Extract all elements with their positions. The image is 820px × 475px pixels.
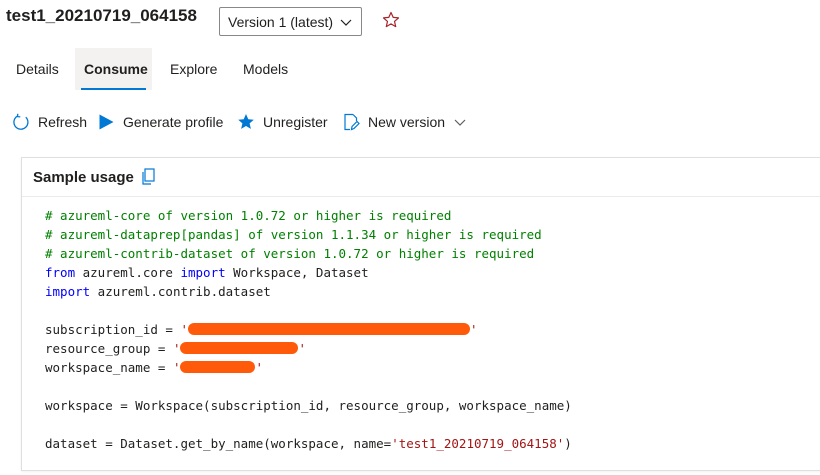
star-icon [237, 113, 255, 131]
code-text: dataset = Dataset.get_by_name(workspace,… [45, 436, 392, 451]
version-dropdown[interactable]: Version 1 (latest) [219, 7, 362, 36]
code-text: workspace_name = [45, 360, 173, 375]
refresh-label: Refresh [38, 114, 88, 130]
code-keyword: import [180, 265, 226, 280]
code-comment: # azureml-core of version 1.0.72 or high… [45, 208, 452, 223]
redacted-subscription-id [188, 323, 470, 335]
code-keyword: from [45, 265, 76, 280]
redacted-workspace-name [180, 361, 256, 373]
new-version-button[interactable]: New version [342, 106, 467, 138]
unregister-button[interactable]: Unregister [237, 106, 328, 138]
code-string: ' [172, 341, 181, 356]
code-text: resource_group = [45, 341, 173, 356]
refresh-icon [12, 113, 30, 131]
tab-consume[interactable]: Consume [84, 48, 148, 90]
code-text: Workspace, Dataset [225, 265, 369, 280]
favorite-star-icon[interactable] [382, 11, 400, 29]
code-text: azureml.core [75, 265, 181, 280]
active-tab-indicator [81, 88, 146, 90]
chevron-down-icon [453, 115, 467, 129]
page-title: test1_20210719_064158 [6, 6, 197, 25]
code-string: ' [298, 341, 306, 356]
unregister-label: Unregister [263, 114, 328, 130]
code-string: ' [180, 322, 188, 337]
copy-icon[interactable] [140, 168, 156, 186]
code-text: workspace = Workspace(subscription_id, r… [45, 398, 572, 413]
new-version-label: New version [368, 114, 446, 130]
edit-document-icon [342, 113, 360, 131]
code-block[interactable]: # azureml-core of version 1.0.72 or high… [45, 206, 572, 453]
code-comment: # azureml-dataprep[pandas] of version 1.… [45, 227, 542, 242]
generate-profile-label: Generate profile [123, 114, 224, 130]
code-string: ' [172, 360, 181, 375]
code-keyword: import [45, 284, 91, 299]
code-string: 'test1_20210719_064158' [391, 436, 565, 451]
chevron-down-icon [339, 15, 353, 29]
version-dropdown-label: Version 1 (latest) [228, 13, 334, 30]
tab-explore[interactable]: Explore [170, 48, 217, 90]
code-string: ' [470, 322, 478, 337]
card-title: Sample usage [33, 168, 134, 186]
code-string: ' [255, 360, 263, 375]
generate-profile-button[interactable]: Generate profile [98, 106, 223, 138]
tab-models[interactable]: Models [243, 48, 288, 90]
tab-details[interactable]: Details [16, 48, 59, 90]
play-icon [98, 113, 115, 131]
card-header: Sample usage [22, 158, 820, 197]
redacted-resource-group [180, 342, 299, 354]
sample-usage-card: Sample usage # azureml-core of version 1… [21, 157, 820, 471]
code-comment: # azureml-contrib-dataset of version 1.0… [45, 246, 535, 261]
code-text: ) [564, 436, 572, 451]
code-text: azureml.contrib.dataset [90, 284, 271, 299]
code-text: subscription_id = [45, 322, 181, 337]
refresh-button[interactable]: Refresh [12, 106, 87, 138]
